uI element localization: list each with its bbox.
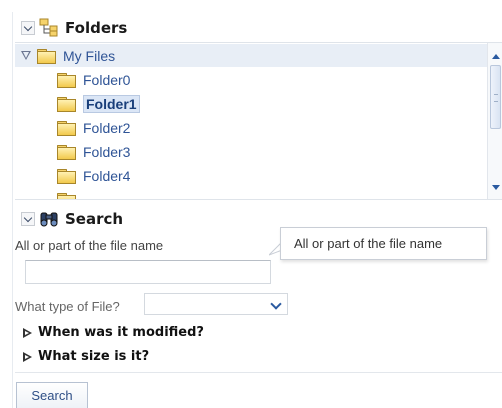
folder-tree: My Files Folder0 Folder1 Folder2 Folder3… <box>15 42 502 200</box>
tree-item-label: Folder4 <box>83 167 131 184</box>
folder-icon <box>57 192 76 199</box>
tree-root-label: My Files <box>63 47 116 64</box>
tree-item-folder1[interactable]: Folder1 <box>57 92 140 115</box>
modified-label: When was it modified? <box>38 325 204 340</box>
file-name-label: All or part of the file name <box>15 238 164 253</box>
tree-item-label-selected: Folder1 <box>83 94 140 113</box>
tree-item-folder0[interactable]: Folder0 <box>57 68 130 91</box>
chevron-down-icon[interactable] <box>271 301 281 309</box>
scrollbar-thumb[interactable] <box>490 65 501 129</box>
search-header: Search <box>13 206 123 232</box>
folder-icon <box>57 144 76 160</box>
scroll-down-icon[interactable] <box>491 183 501 193</box>
tree-item-folder2[interactable]: Folder2 <box>57 116 130 139</box>
tree-item-label: Folder3 <box>83 143 131 160</box>
folders-title: Folders <box>65 19 128 37</box>
tooltip-text: All or part of the file name <box>294 236 443 251</box>
disclosure-triangle-icon <box>21 326 35 340</box>
folder-icon <box>57 120 76 136</box>
folder-icon <box>57 72 76 88</box>
tree-item-folder3[interactable]: Folder3 <box>57 140 130 163</box>
scroll-up-icon[interactable] <box>491 51 501 61</box>
tooltip: All or part of the file name <box>280 227 487 260</box>
file-name-input[interactable] <box>25 260 271 284</box>
folder-icon <box>57 168 76 184</box>
folder-icon <box>57 96 76 112</box>
divider <box>15 372 502 373</box>
folder-icon <box>37 48 56 64</box>
size-label: What size is it? <box>38 349 150 364</box>
size-disclosure[interactable]: What size is it? <box>21 349 149 364</box>
collapse-folders-button[interactable] <box>21 21 35 35</box>
file-type-select[interactable] <box>144 293 288 315</box>
tree-item-label: Folder0 <box>83 71 131 88</box>
panel-frame: Folders My Files Folder0 Folder1 Folder2… <box>12 12 502 408</box>
file-type-label: What type of File? <box>15 299 120 314</box>
folder-tree-icon <box>39 18 58 37</box>
tree-scrollbar[interactable] <box>487 43 502 199</box>
collapse-search-button[interactable] <box>21 212 35 226</box>
search-title: Search <box>65 210 124 228</box>
expand-arrow-icon[interactable] <box>20 49 34 63</box>
tree-root-my-files[interactable]: My Files <box>15 44 487 67</box>
modified-disclosure[interactable]: When was it modified? <box>21 325 204 340</box>
tree-item-folder4[interactable]: Folder4 <box>57 164 130 187</box>
binoculars-icon <box>40 212 58 227</box>
tree-item-label: Folder2 <box>83 119 131 136</box>
folders-header: Folders <box>13 15 127 41</box>
disclosure-triangle-icon <box>21 350 35 364</box>
tree-item-partial[interactable] <box>57 188 83 199</box>
search-button[interactable]: Search <box>16 382 88 408</box>
